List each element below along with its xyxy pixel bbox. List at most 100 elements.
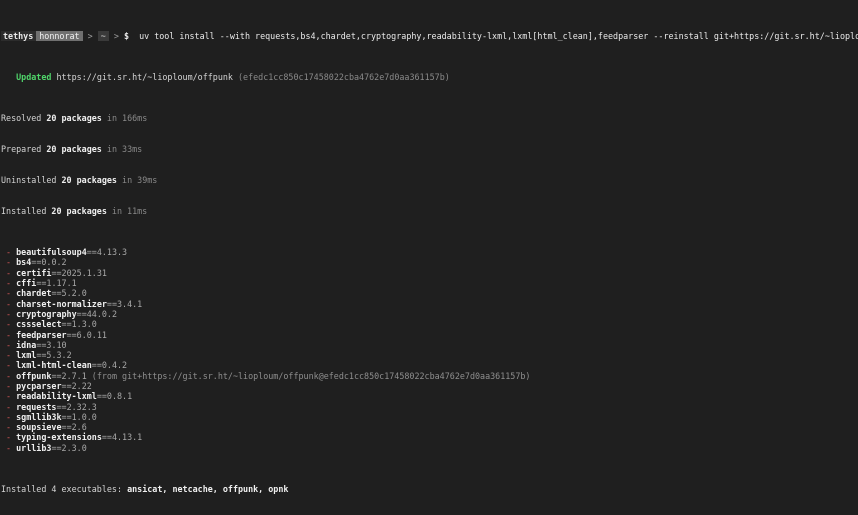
- package-row: - certifi==2025.1.31: [1, 268, 858, 278]
- summary-prefix: Installed: [1, 205, 52, 216]
- package-name: offpunk: [16, 370, 52, 381]
- package-row: - sgmllib3k==1.0.0: [1, 412, 858, 422]
- package-marker: -: [1, 298, 17, 309]
- package-name: requests: [16, 401, 57, 412]
- package-marker: -: [1, 442, 17, 453]
- shell-prompt: tethys honnorat > ~ > $: [1, 30, 129, 42]
- package-marker: -: [1, 350, 17, 361]
- package-name: feedparser: [16, 329, 67, 340]
- package-row: - typing-extensions==4.13.1: [1, 432, 858, 442]
- package-name: pycparser: [16, 380, 62, 391]
- summary-line: Installed 20 packages in 11ms: [1, 206, 858, 216]
- package-name: cryptography: [16, 308, 77, 319]
- package-list: - beautifulsoup4==4.13.3 - bs4==0.0.2 - …: [1, 247, 858, 453]
- package-name: cffi: [16, 278, 37, 289]
- package-version: ==2025.1.31: [51, 267, 107, 278]
- package-version: ==44.0.2: [76, 308, 117, 319]
- summary-line: Uninstalled 20 packages in 39ms: [1, 175, 858, 185]
- package-marker: -: [1, 308, 17, 319]
- summary-count: 20 packages: [46, 113, 102, 124]
- prompt-path: ~: [97, 30, 109, 42]
- package-marker: -: [1, 422, 17, 433]
- package-row: - soupsieve==2.6: [1, 422, 858, 432]
- package-row: - requests==2.32.3: [1, 402, 858, 412]
- summary-prefix: Resolved: [1, 113, 47, 124]
- package-row: - lxml==5.3.2: [1, 350, 858, 360]
- command-text: uv tool install --with requests,bs4,char…: [139, 30, 858, 41]
- package-row: - pycparser==2.22: [1, 381, 858, 391]
- summary-line: Prepared 20 packages in 33ms: [1, 144, 858, 154]
- package-name: sgmllib3k: [16, 411, 62, 422]
- package-row: - lxml-html-clean==0.4.2: [1, 360, 858, 370]
- prompt-user: honnorat: [36, 30, 83, 42]
- package-source: (from git+https://git.sr.ht/~lioploum/of…: [86, 370, 531, 381]
- package-name: bs4: [16, 257, 32, 268]
- prompt-arrow-icon: >: [108, 30, 124, 41]
- summary-suffix: in 39ms: [116, 175, 158, 186]
- updated-label: Updated: [16, 72, 52, 83]
- updated-line: Updated https://git.sr.ht/~lioploum/offp…: [1, 72, 858, 82]
- package-version: ==2.32.3: [56, 401, 97, 412]
- package-version: ==0.4.2: [91, 360, 128, 371]
- package-marker: -: [1, 370, 17, 381]
- package-version: ==2.6: [61, 422, 87, 433]
- package-version: ==3.10: [36, 339, 67, 350]
- updated-url: https://git.sr.ht/~lioploum/offpunk: [56, 72, 233, 83]
- package-version: ==6.0.11: [66, 329, 107, 340]
- prompt-symbol: $: [123, 30, 129, 41]
- terminal-window[interactable]: tethys honnorat > ~ > $ uv tool install -…: [0, 0, 858, 494]
- package-row: - cryptography==44.0.2: [1, 309, 858, 319]
- summary-count: 20 packages: [61, 175, 117, 186]
- package-name: soupsieve: [16, 422, 62, 433]
- package-marker: -: [1, 380, 17, 391]
- package-name: readability-lxml: [16, 391, 97, 402]
- executables-line: Installed 4 executables: ansicat, netcac…: [1, 484, 858, 494]
- package-version: ==1.17.1: [36, 278, 77, 289]
- package-version: ==1.3.0: [61, 319, 97, 330]
- executables-prefix: Installed 4 executables:: [1, 483, 128, 494]
- package-name: certifi: [16, 267, 52, 278]
- summary-count: 20 packages: [51, 205, 107, 216]
- package-marker: -: [1, 339, 17, 350]
- summary-prefix: Prepared: [1, 144, 47, 155]
- package-marker: -: [1, 267, 17, 278]
- package-version: ==4.13.1: [101, 432, 143, 443]
- package-marker: -: [1, 401, 17, 412]
- package-name: idna: [16, 339, 37, 350]
- package-row: - feedparser==6.0.11: [1, 330, 858, 340]
- summary-suffix: in 11ms: [106, 205, 148, 216]
- prompt-host: tethys: [1, 30, 37, 42]
- package-row: - bs4==0.0.2: [1, 257, 858, 267]
- package-version: ==0.8.1: [96, 391, 133, 402]
- package-marker: -: [1, 319, 17, 330]
- package-row: - beautifulsoup4==4.13.3: [1, 247, 858, 257]
- package-marker: -: [1, 329, 17, 340]
- package-marker: -: [1, 288, 17, 299]
- package-row: - chardet==5.2.0: [1, 288, 858, 298]
- package-version: ==5.2.0: [51, 288, 87, 299]
- package-name: charset-normalizer: [16, 298, 107, 309]
- package-marker: -: [1, 360, 17, 371]
- package-version: ==2.22: [61, 380, 92, 391]
- package-marker: -: [1, 257, 17, 268]
- package-row: - readability-lxml==0.8.1: [1, 391, 858, 401]
- package-marker: -: [1, 278, 17, 289]
- package-name: chardet: [16, 288, 52, 299]
- package-version: ==5.3.2: [36, 350, 72, 361]
- package-marker: -: [1, 432, 17, 443]
- summary-count: 20 packages: [46, 144, 102, 155]
- package-marker: -: [1, 411, 17, 422]
- package-row: - charset-normalizer==3.4.1: [1, 299, 858, 309]
- command-line: tethys honnorat > ~ > $ uv tool install -…: [1, 30, 858, 42]
- package-version: ==1.0.0: [61, 411, 97, 422]
- summary-suffix: in 166ms: [101, 113, 148, 124]
- updated-hash: (efedc1cc850c17458022cba4762e7d0aa361157…: [238, 72, 450, 83]
- package-version: ==0.0.2: [31, 257, 67, 268]
- executables-list: ansicat, netcache, offpunk, opnk: [127, 483, 289, 494]
- package-row: - offpunk==2.7.1 (from git+https://git.s…: [1, 371, 858, 381]
- package-name: beautifulsoup4: [16, 247, 87, 258]
- package-row: - cffi==1.17.1: [1, 278, 858, 288]
- prompt-arrow-icon: >: [82, 30, 98, 41]
- package-version: ==3.4.1: [106, 298, 143, 309]
- summary-suffix: in 33ms: [101, 144, 143, 155]
